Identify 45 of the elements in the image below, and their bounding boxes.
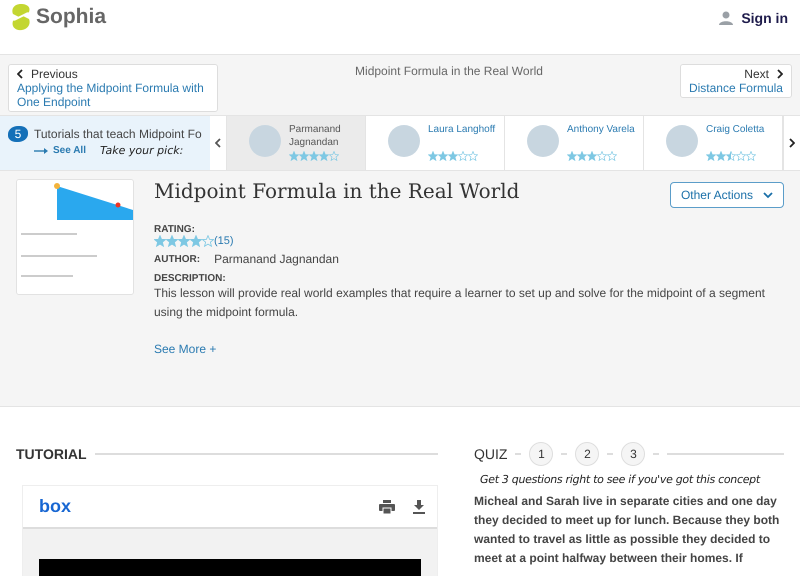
tutorial-thumbnail — [666, 125, 698, 157]
rating-label: RATING: — [154, 224, 196, 235]
take-your-pick-text: Take your pick: — [100, 144, 184, 157]
previous-lesson-link[interactable]: Previous Applying the Midpoint Formula with One Endpoint — [8, 64, 218, 112]
tutorial-author: Craig Coletta — [706, 123, 766, 136]
current-lesson-title: Midpoint Formula in the Real World — [355, 64, 543, 78]
chevron-left-icon — [215, 138, 221, 148]
description-label: DESCRIPTION: — [154, 273, 227, 284]
logo-icon — [10, 3, 32, 31]
chevron-left-icon — [17, 69, 23, 79]
arrow-right-icon — [34, 148, 48, 154]
tutorial-thumbnail — [388, 125, 420, 157]
tutorial-thumbnail — [527, 125, 559, 157]
quiz-tagline: Get 3 questions right to see if you've got this concept — [480, 473, 762, 486]
tutorials-heading: Tutorials that teach Midpoint Fo — [34, 127, 202, 141]
logo-text[interactable]: Sophia — [36, 5, 106, 29]
lesson-description: This lesson will provide real world examples that require a learner to set up and solve for the midpoint of a segment using the midpoint formula. — [154, 285, 766, 321]
see-all-link[interactable]: See All — [34, 145, 86, 156]
rating-count-link[interactable]: (15) — [214, 235, 234, 247]
lesson-title: Midpoint Formula in the Real World — [154, 179, 520, 203]
next-lesson-link[interactable]: Next Distance Formula — [680, 64, 792, 98]
chevron-down-icon — [763, 192, 773, 198]
other-actions-button[interactable]: Other Actions — [670, 182, 784, 208]
chevron-right-icon — [776, 69, 783, 79]
tutorial-heading: TUTORIAL — [16, 446, 87, 462]
tutorial-author: Laura Langhoff — [428, 123, 496, 136]
sign-in-link[interactable]: Sign in — [741, 10, 788, 26]
quiz-question-text: Micheal and Sarah live in separate cities and one day they decided to meet up for lunch. Because they both wanted to travel as little as possible they decided to meet at a point halfway between their homes. If — [474, 493, 780, 567]
chevron-right-icon — [789, 138, 795, 148]
tutorial-author: Anthony Varela — [567, 123, 636, 136]
download-icon[interactable] — [413, 500, 425, 514]
author-label: AUTHOR: — [154, 254, 200, 264]
author-name: Parmanand Jagnandan — [214, 252, 339, 266]
tutorial-count-badge: 5 — [8, 126, 28, 142]
tutorial-card[interactable]: Parmanand Jagnandan — [227, 116, 366, 170]
see-more-link[interactable]: See More + — [154, 342, 784, 356]
question-number[interactable]: 2 — [575, 442, 600, 466]
tutorial-author: Parmanand Jagnandan — [289, 123, 342, 149]
tutorial-thumbnail — [249, 125, 281, 157]
viewer-logo: box — [39, 496, 72, 517]
question-number[interactable]: 3 — [621, 442, 646, 466]
user-icon — [719, 11, 734, 25]
quiz-heading: QUIZ — [474, 446, 508, 462]
print-icon[interactable] — [379, 500, 395, 514]
question-number[interactable]: 1 — [529, 442, 554, 466]
